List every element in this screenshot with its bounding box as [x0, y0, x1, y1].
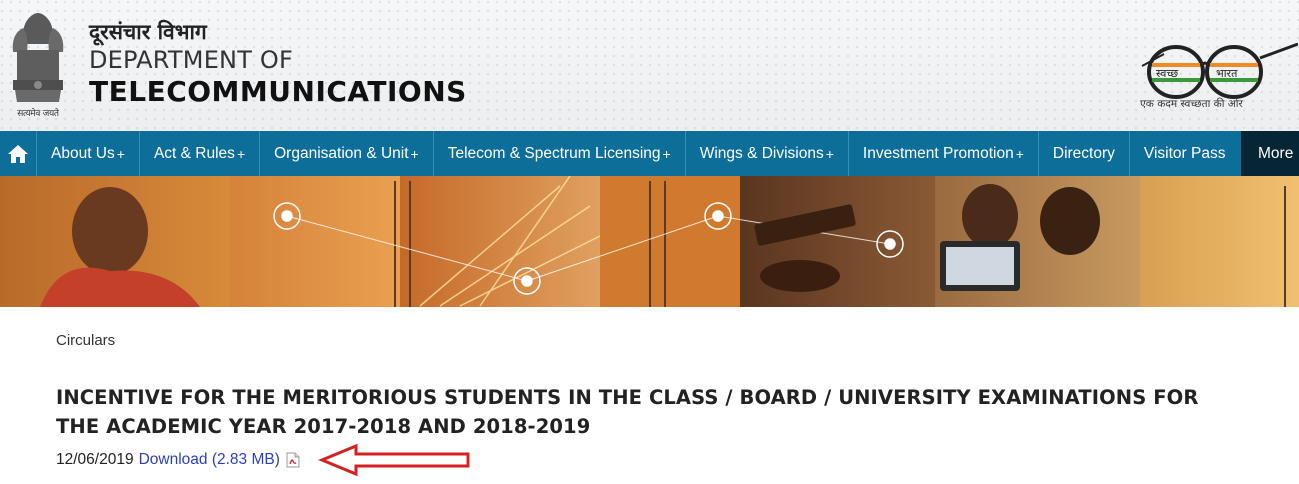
page-title: INCENTIVE FOR THE MERITORIOUS STUDENTS I… — [56, 386, 1199, 438]
nav-item-wings-divisions[interactable]: Wings & Divisions + — [686, 131, 849, 176]
swachh-left-text: स्वच्छ — [1156, 67, 1178, 80]
nav-item-label: Visitor Pass — [1143, 144, 1226, 162]
nav-item-label: Organisation & Unit — [274, 144, 409, 162]
expand-plus-icon: + — [662, 145, 671, 162]
nav-item-organisation-unit[interactable]: Organisation & Unit + — [260, 131, 434, 176]
nav-item-about-us[interactable]: About Us + — [37, 131, 140, 176]
nav-item-label: Act & Rules — [153, 144, 235, 162]
banner-image — [0, 176, 1299, 307]
swachh-right-text: भारत — [1216, 67, 1238, 80]
nav-item-label: Directory — [1052, 144, 1115, 162]
nav-item-directory[interactable]: Directory — [1039, 131, 1130, 176]
breadcrumb[interactable]: Circulars — [56, 332, 115, 349]
pdf-icon[interactable] — [286, 452, 300, 468]
download-row: 12/06/2019 Download (2.83 MB) — [56, 451, 300, 469]
nav-item-visitor-pass[interactable]: Visitor Pass — [1130, 131, 1240, 176]
expand-plus-icon: + — [236, 145, 246, 162]
swachh-caption: एक कदम स्वच्छता की ओर — [1140, 98, 1243, 110]
department-name-hindi[interactable]: दूरसंचार विभाग — [89, 18, 207, 46]
expand-plus-icon: + — [116, 145, 125, 162]
nav-item-label: About Us — [51, 144, 115, 162]
expand-plus-icon: + — [1015, 145, 1024, 162]
main-navigation: About Us + Act & Rules + Organisation & Un… — [0, 131, 1299, 176]
national-emblem-icon[interactable] — [3, 4, 73, 122]
nav-item-act-rules[interactable]: Act & Rules + — [140, 131, 261, 176]
site-header: सत्यमेव जयते दूरसंचार विभाग DEPARTMENT O… — [0, 0, 1299, 131]
publish-date: 12/06/2019 — [56, 451, 134, 468]
department-name-line2[interactable]: TELECOMMUNICATIONS — [89, 75, 467, 108]
nav-item-telecom-spectrum-licensing[interactable]: Telecom & Spectrum Licensing + — [434, 131, 686, 176]
department-name-line1[interactable]: DEPARTMENT OF — [89, 46, 293, 74]
expand-plus-icon: + — [410, 145, 419, 162]
nav-item-investment-promotion[interactable]: Investment Promotion + — [849, 131, 1039, 176]
nav-home-button[interactable] — [0, 131, 37, 176]
emblem-caption: सत्यमेव जयते — [17, 109, 59, 119]
nav-item-label: Telecom & Spectrum Licensing — [447, 144, 661, 162]
nav-more-button[interactable]: More — [1241, 131, 1299, 176]
download-link[interactable]: Download (2.83 MB) — [139, 451, 280, 469]
annotation-arrow-icon — [318, 443, 470, 477]
expand-plus-icon: + — [825, 145, 834, 162]
nav-item-label: Wings & Divisions — [699, 144, 824, 162]
home-icon — [8, 144, 28, 163]
nav-item-label: Investment Promotion — [862, 144, 1014, 162]
